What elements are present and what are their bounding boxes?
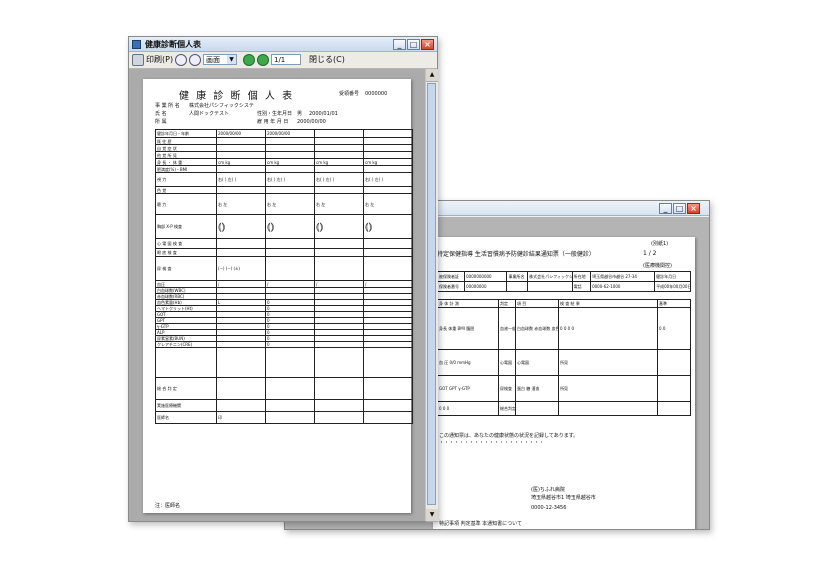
section-blood: 血液一般: [498, 307, 516, 350]
office-addr-cell: 埼玉県越谷市越谷 27-34: [590, 271, 656, 282]
exam-table: 健診年月日・年齢 2000/00/00 2000/00/00 既 往 歴 自 覚 症…: [155, 129, 413, 424]
name-label: 氏 名: [155, 111, 167, 117]
section-urine: 尿検査: [498, 375, 516, 402]
row-label: 視 力: [155, 172, 217, 187]
footer-text: 特記事項 判定基準 本通知書について: [439, 521, 523, 527]
footer-note: 注：医師名: [155, 503, 181, 509]
row-label: 医師名: [155, 411, 217, 424]
close-button[interactable]: ×: [421, 39, 434, 50]
row-label: 眼 底 検 査: [155, 248, 217, 257]
maximize-button[interactable]: □: [673, 203, 686, 214]
minimize-button[interactable]: _: [659, 203, 672, 214]
exam-date-label: 健診年月日: [654, 271, 691, 282]
next-page-icon[interactable]: [257, 54, 269, 66]
print-button[interactable]: 印刷(P): [146, 54, 173, 66]
cert-label: 受領番号: [339, 91, 360, 97]
row-label: 尿 検 査: [155, 256, 217, 281]
row-label: 心 電 図 検 査: [155, 238, 217, 249]
maximize-button[interactable]: □: [407, 39, 420, 50]
notice-text: この通知票は、あなたの健康状態の状況を記録してあります。: [439, 433, 579, 439]
office-name-cell: 株式会社パシフィックシステム: [527, 271, 573, 282]
front-window-titlebar[interactable]: 健康診断個人表: [129, 37, 437, 52]
program-title: 特定保健指導 生活習慣病予防健診結果通知票（一般健診）: [437, 251, 595, 258]
notice-line-2: ・・・・・・・・・・・・・・・・・・・・・: [439, 440, 545, 446]
toolbar: 印刷(P) 画面 ▼ 1/1 閉じる(C): [129, 52, 437, 69]
exam-date-value: 平成00年00月00日: [654, 281, 691, 292]
name-value: 人間ドックテスト: [189, 111, 230, 117]
result-notice-page: (別紙1) 特定保健指導 生活習慣病予防健診結果通知票（一般健診） 1 / 2 …: [433, 237, 695, 529]
scroll-up-icon[interactable]: ▲: [426, 69, 438, 82]
gender-value: 男: [297, 111, 303, 117]
cert-value: 0000000: [365, 91, 388, 97]
row-label: 胸部 X-P 検査: [155, 214, 217, 239]
lung-icon: ⦅⦆: [316, 219, 324, 233]
scroll-thumb[interactable]: [427, 83, 436, 505]
close-button[interactable]: ×: [687, 203, 700, 214]
document-viewport[interactable]: 健 康 診 断 個 人 表 受領番号 0000000 事 業 所 名 株式会社パ…: [129, 69, 425, 521]
lung-icon: ⦅⦆: [218, 219, 226, 233]
window-title: 健康診断個人表: [145, 40, 201, 49]
row-label: 他 覚 所 見: [155, 151, 217, 159]
seal-cell: 印: [216, 411, 266, 424]
gender-label: 性別・生年月日: [257, 111, 293, 117]
page-indicator: 1 / 2: [643, 250, 657, 257]
copy-label: (医療機関控): [643, 263, 672, 269]
lung-icon: ⦅⦆: [267, 219, 275, 233]
row-label: 血圧: [155, 280, 217, 288]
health-report-page: 健 康 診 断 個 人 表 受領番号 0000000 事 業 所 名 株式会社パ…: [143, 79, 413, 513]
row-label: 色 覚: [155, 186, 217, 194]
zoom-select[interactable]: 画面 ▼: [203, 54, 237, 65]
row-label: 肥満度(%)・BMI: [155, 165, 217, 173]
section-ecg: 心電図: [498, 349, 516, 376]
section-total: 総合判定: [498, 401, 516, 416]
zoom-out-icon[interactable]: [175, 54, 187, 66]
dept-label: 所 属: [155, 119, 167, 125]
printer-icon[interactable]: [132, 54, 144, 66]
row-label: 聴 力: [155, 193, 217, 215]
hospital-phone: 0000-12-3456: [531, 505, 567, 511]
close-doc-button[interactable]: 閉じる(C): [309, 54, 345, 66]
phone-cell: 0000-62-1000: [590, 281, 656, 292]
lung-icon: ⦅⦆: [365, 219, 373, 233]
row-label: 実施医療機関: [155, 399, 217, 412]
date-cell: 2000/00/00: [265, 129, 315, 138]
vertical-scrollbar[interactable]: ▲ ▼: [425, 69, 438, 522]
scroll-down-icon[interactable]: ▼: [426, 509, 438, 522]
office-label: 事 業 所 名: [155, 103, 180, 109]
insured-info-table: 被保険者証0000000000事業所名株式会社パシフィックシステム所在地埼玉県越…: [436, 271, 691, 292]
birth-value: 2000/01/01: [309, 111, 338, 117]
row-label: 身 長 ・ 体 重: [155, 158, 217, 166]
chevron-down-icon[interactable]: ▼: [227, 55, 236, 64]
row-label: 健診年月日・年齢: [155, 129, 217, 138]
row-label: 自 覚 症 状: [155, 144, 217, 152]
row-label: 総 合 判 定: [155, 377, 217, 400]
hospital-name: (医)ちふれ病院: [531, 487, 565, 493]
prev-page-icon[interactable]: [243, 54, 255, 66]
employ-value: 2000/00/00: [297, 119, 326, 125]
document-title: 健 康 診 断 個 人 表: [179, 91, 295, 102]
employ-label: 雇 用 年 月 日: [257, 119, 289, 125]
page-input[interactable]: 1/1: [271, 54, 301, 65]
results-table: 身 体 計 測判定項 目検 査 結 果基準 身長 体重 BMI 腹囲 血液一般 白血…: [437, 299, 691, 416]
header-right: (別紙1): [651, 241, 669, 247]
zoom-in-icon[interactable]: [189, 54, 201, 66]
date-cell: 2000/00/00: [216, 129, 266, 138]
report-window-front: 健康診断個人表 _ □ × 印刷(P) 画面 ▼ 1/1 閉じる(C) 健 康 診…: [128, 36, 438, 522]
row-label: 既 往 歴: [155, 137, 217, 145]
hospital-address: 埼玉県越谷市1 埼玉県越谷市: [531, 495, 596, 501]
minimize-button[interactable]: _: [393, 39, 406, 50]
office-value: 株式会社パシフィックシステ: [189, 103, 254, 109]
app-icon: [132, 40, 141, 49]
